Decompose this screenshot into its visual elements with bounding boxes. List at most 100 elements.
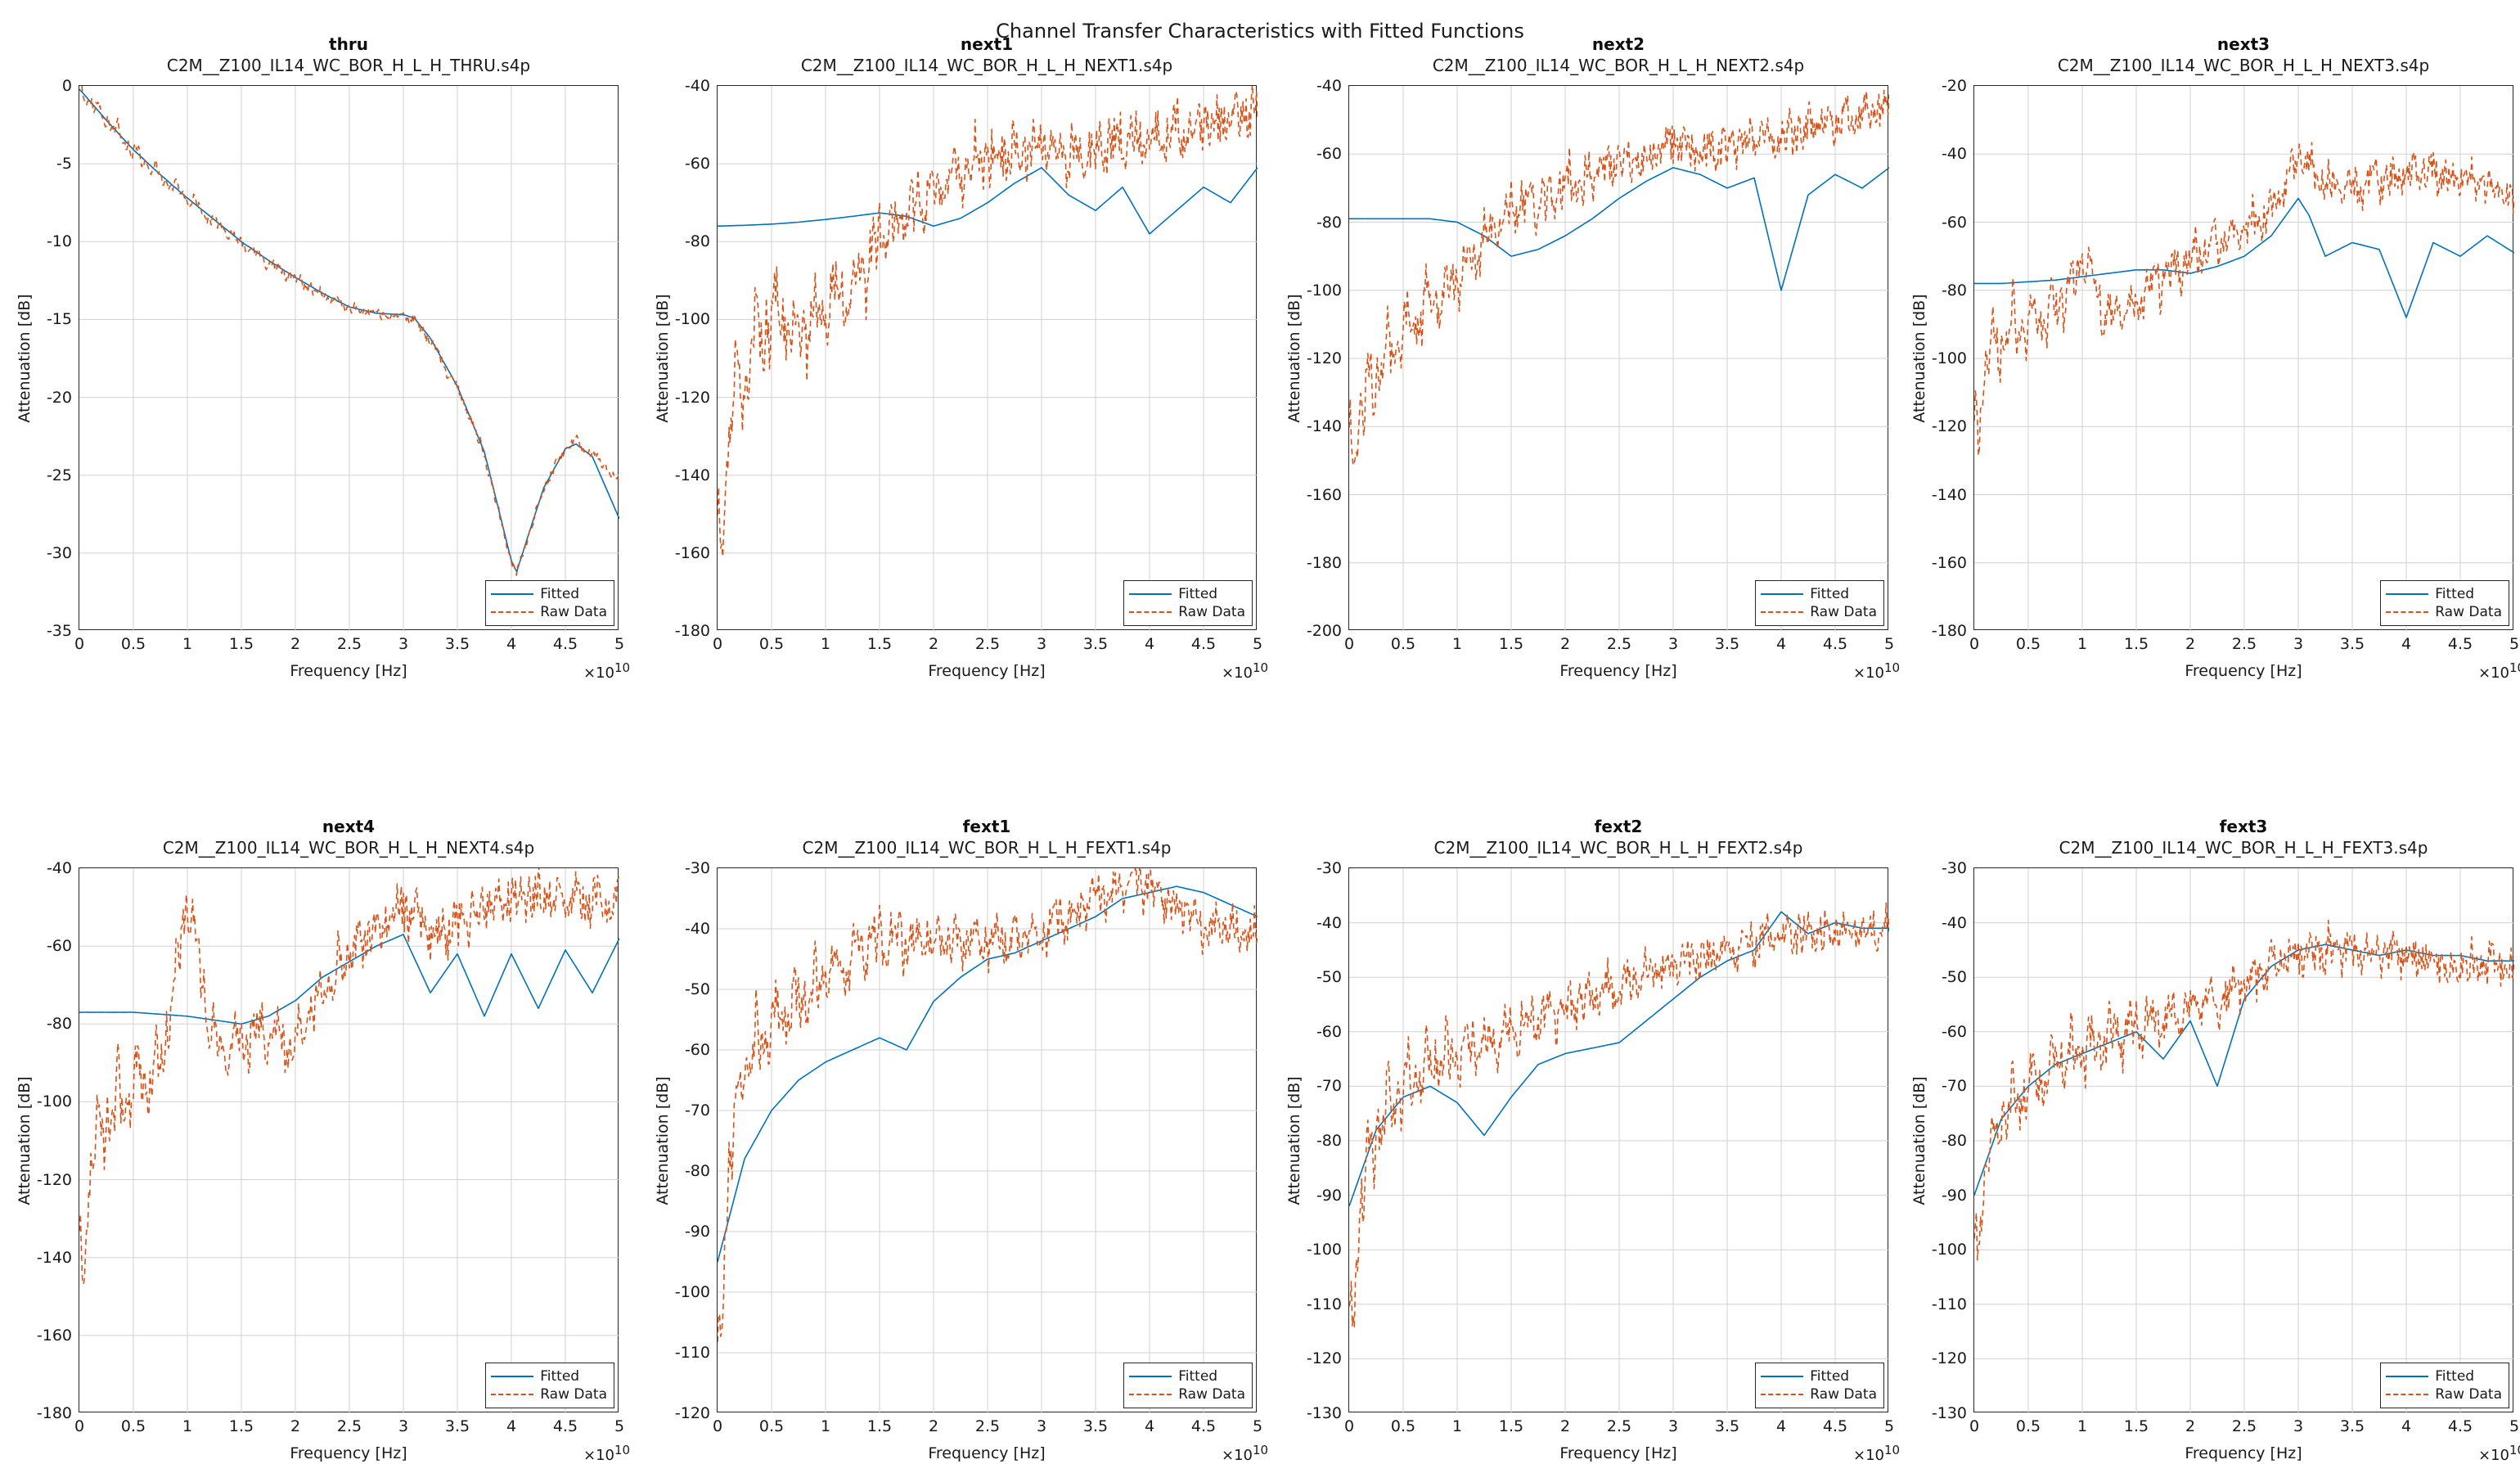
- plot-axes: -35 -30 -25 -20 -15 -10 -5 0 0 0.5 1 1.5 2 2.5 3 3.5 4 4.…: [16, 77, 630, 682]
- x-tick-label: 2: [290, 1417, 301, 1435]
- legend-entry-fitted: Fitted: [2386, 585, 2502, 603]
- legend-entry-fitted: Fitted: [1761, 1367, 1877, 1385]
- subplot-title: next4: [322, 817, 376, 836]
- x-tick-label: 1.5: [1498, 635, 1524, 653]
- x-tick-label: 2.5: [974, 1417, 1001, 1435]
- x-tick-label: 3: [1667, 1417, 1679, 1435]
- x-tick-label: 3.5: [444, 635, 470, 653]
- x-axis-exponent: ×1010: [1222, 660, 1269, 682]
- plot-legend[interactable]: Fitted Raw Data: [1755, 1363, 1884, 1408]
- x-tick-label: 0.5: [2015, 1417, 2041, 1435]
- y-tick-label: -90: [684, 1223, 710, 1241]
- legend-swatch-raw-data-line: [491, 611, 534, 613]
- y-tick-label: -35: [46, 622, 72, 640]
- y-tick-label: -70: [1316, 1077, 1342, 1096]
- x-tick-label: 3: [1667, 635, 1679, 653]
- legend-label-raw-data: Raw Data: [1178, 604, 1245, 620]
- y-tick-label: -50: [1316, 968, 1342, 987]
- y-tick-label: -40: [1941, 913, 1967, 932]
- x-axis-exponent: ×1010: [2478, 660, 2520, 682]
- x-tick-label: 3: [2293, 1417, 2304, 1435]
- plot-legend[interactable]: Fitted Raw Data: [485, 1363, 614, 1408]
- y-tick-label: -5: [56, 155, 72, 173]
- legend-label-raw-data: Raw Data: [540, 1386, 607, 1403]
- y-tick-label: -60: [1941, 1022, 1967, 1041]
- y-tick-label: -60: [46, 937, 72, 956]
- y-tick-label: -10: [46, 232, 72, 251]
- x-tick-label: 0.5: [758, 1417, 785, 1435]
- plot-axes: -180 -160 -140 -120 -100 -80 -60 -40 0 0.5 1 1.5 2 2.…: [16, 859, 630, 1464]
- x-tick-label: 4: [1144, 1417, 1155, 1435]
- plot-legend[interactable]: Fitted Raw Data: [1755, 580, 1884, 626]
- x-tick-label: 3: [398, 1417, 409, 1435]
- subplot-title: next1: [960, 34, 1014, 54]
- x-tick-label: 3.5: [1714, 635, 1740, 653]
- plot-legend[interactable]: Fitted Raw Data: [2380, 1363, 2509, 1408]
- legend-label-fitted: Fitted: [2435, 586, 2475, 602]
- x-axis-label: Frequency [Hz]: [2185, 662, 2302, 680]
- x-tick-label: 4: [506, 635, 517, 653]
- legend-label-raw-data: Raw Data: [1810, 1386, 1877, 1403]
- legend-entry-raw-data: Raw Data: [2386, 1385, 2502, 1403]
- subplot-fext2: fext2 C2M__Z100_IL14_WC_BOR_H_L_H_FEXT2.s…: [1285, 817, 1900, 1464]
- x-tick-label: 3: [2293, 635, 2304, 653]
- x-tick-label: 0: [712, 1417, 723, 1435]
- legend-label-raw-data: Raw Data: [2435, 1386, 2502, 1403]
- y-tick-label: -30: [684, 859, 710, 877]
- legend-label-fitted: Fitted: [1178, 586, 1218, 602]
- legend-entry-raw-data: Raw Data: [1761, 603, 1877, 621]
- x-tick-label: 2: [1559, 635, 1571, 653]
- plot-legend[interactable]: Fitted Raw Data: [1123, 580, 1253, 626]
- legend-swatch-fitted-line: [1761, 593, 1804, 595]
- plot-legend[interactable]: Fitted Raw Data: [1123, 1363, 1253, 1408]
- y-tick-label: -40: [684, 920, 710, 938]
- x-tick-label: 0: [1343, 1417, 1355, 1435]
- x-tick-label: 5: [2509, 635, 2520, 653]
- y-tick-label: -120: [36, 1170, 72, 1189]
- legend-swatch-fitted-line: [2386, 1376, 2429, 1377]
- y-tick-label: -130: [1306, 1404, 1342, 1422]
- x-axis-exponent: ×1010: [1853, 1443, 1901, 1464]
- y-tick-label: -100: [674, 310, 710, 329]
- x-tick-label: 4.5: [1190, 1417, 1217, 1435]
- y-tick-label: -140: [674, 466, 710, 484]
- subplot-subtitle: C2M__Z100_IL14_WC_BOR_H_L_H_THRU.s4p: [166, 56, 531, 75]
- legend-swatch-fitted-line: [491, 593, 534, 595]
- x-tick-label: 1: [820, 1417, 831, 1435]
- x-axis-label: Frequency [Hz]: [2185, 1444, 2302, 1462]
- x-axis-exponent: ×1010: [583, 660, 631, 682]
- y-tick-label: -90: [1316, 1186, 1342, 1205]
- legend-label-fitted: Fitted: [1178, 1368, 1218, 1385]
- x-tick-label: 3.5: [2339, 635, 2365, 653]
- plot-legend[interactable]: Fitted Raw Data: [485, 580, 614, 626]
- x-tick-label: 3: [1036, 1417, 1047, 1435]
- legend-swatch-raw-data-line: [2386, 1394, 2429, 1395]
- x-axis-label: Frequency [Hz]: [1559, 1444, 1677, 1462]
- y-tick-label: -80: [1316, 1132, 1342, 1150]
- subplot-fext3: fext3 C2M__Z100_IL14_WC_BOR_H_L_H_FEXT3.s…: [1910, 817, 2520, 1464]
- legend-label-raw-data: Raw Data: [1178, 1386, 1245, 1403]
- y-tick-label: -70: [1941, 1077, 1967, 1096]
- legend-label-fitted: Fitted: [1810, 1368, 1850, 1385]
- y-tick-label: -120: [1306, 349, 1342, 367]
- x-tick-label: 1.5: [228, 1417, 254, 1435]
- y-tick-label: -60: [684, 1041, 710, 1059]
- x-tick-label: 1: [182, 635, 193, 653]
- x-tick-label: 4: [1144, 635, 1155, 653]
- x-tick-label: 0.5: [1390, 635, 1416, 653]
- plot-axes: -130 -120 -110 -100 -90 -80 -70 -60 -50 -40 -30 0 0.…: [1285, 859, 1900, 1464]
- subplot-subtitle: C2M__Z100_IL14_WC_BOR_H_L_H_FEXT2.s4p: [1433, 838, 1803, 858]
- y-tick-label: -30: [1941, 859, 1967, 877]
- y-tick-label: -160: [1931, 553, 1967, 572]
- plot-legend[interactable]: Fitted Raw Data: [2380, 580, 2509, 626]
- y-tick-label: -180: [674, 622, 710, 640]
- plot-canvas: [1974, 86, 2514, 631]
- x-tick-label: 1: [2077, 1417, 2088, 1435]
- legend-entry-fitted: Fitted: [1129, 1367, 1245, 1385]
- y-tick-label: -160: [1306, 485, 1342, 504]
- x-tick-label: 0: [1343, 635, 1355, 653]
- y-tick-label: -60: [684, 155, 710, 173]
- x-tick-label: 2: [290, 635, 301, 653]
- y-tick-label: -180: [1931, 622, 1967, 640]
- x-tick-label: 2.5: [336, 1417, 362, 1435]
